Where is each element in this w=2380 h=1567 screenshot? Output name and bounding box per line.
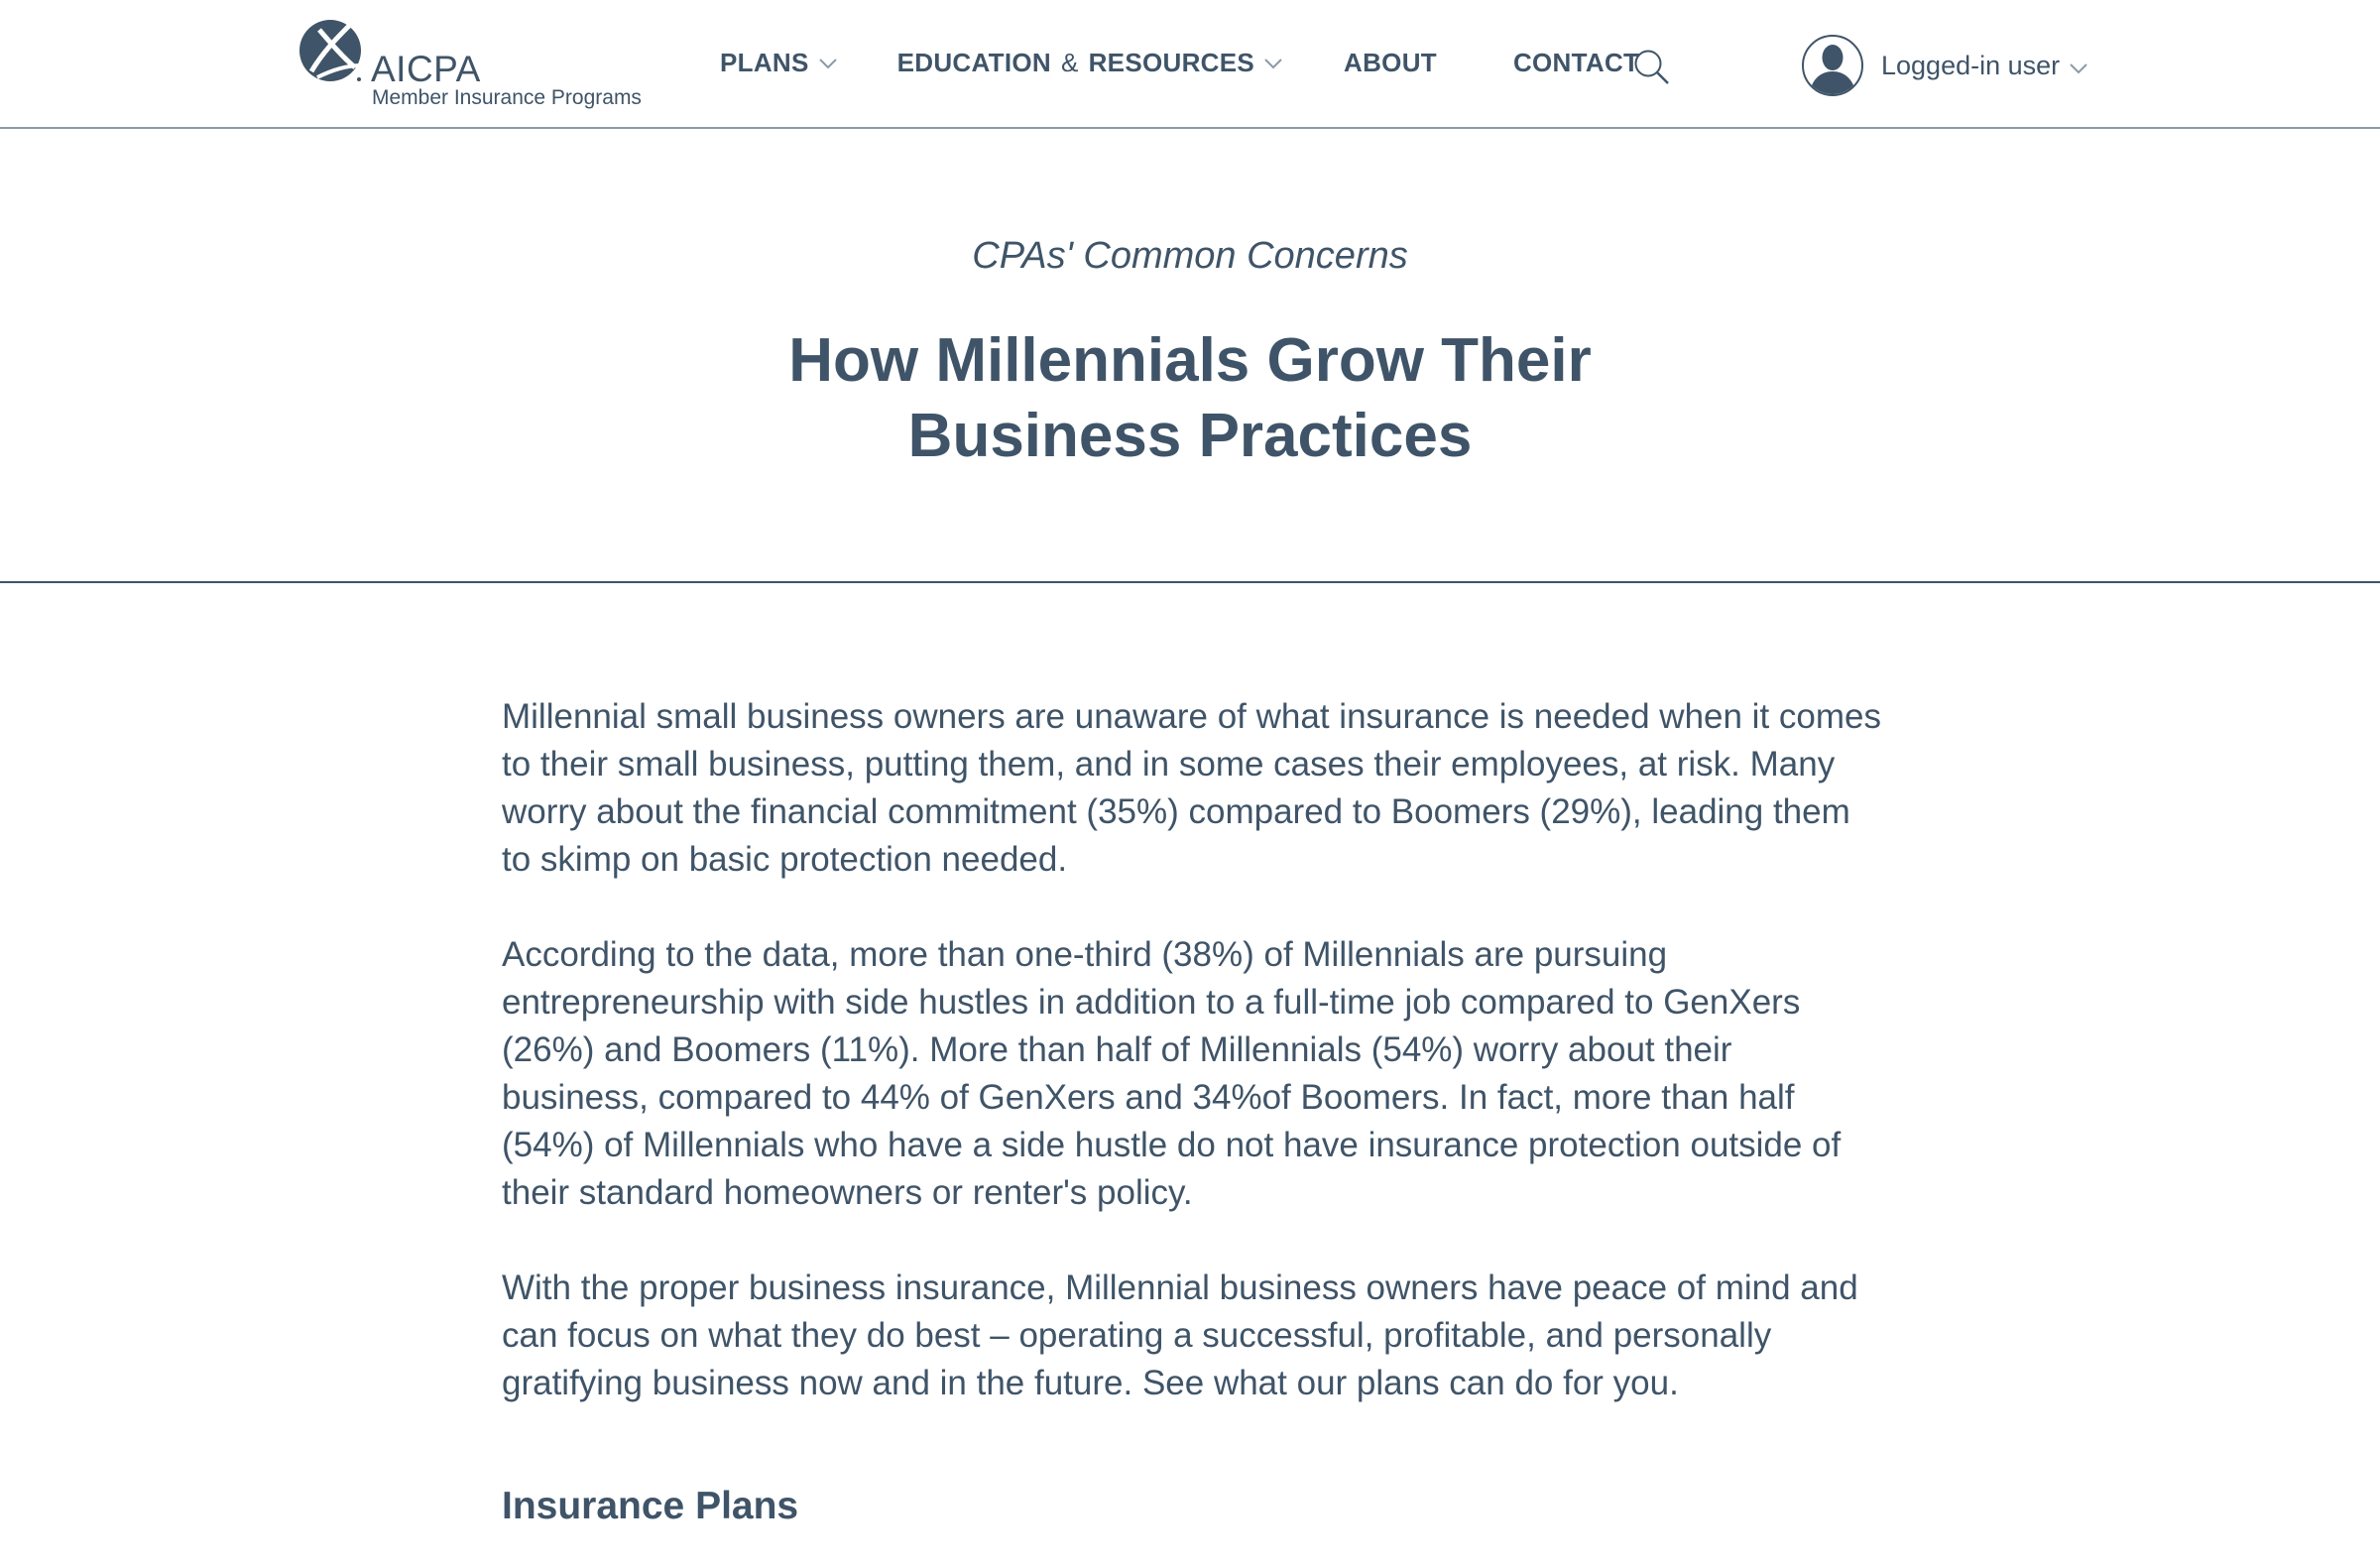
- nav-contact-label: CONTACT: [1512, 48, 1640, 77]
- search-icon[interactable]: [1633, 49, 1671, 86]
- site-header: AICPA Member Insurance Programs PLANS ED…: [0, 0, 2380, 129]
- nav-education-label: EDUCATION: [896, 48, 1051, 77]
- chevron-down-icon: [818, 59, 837, 69]
- nav-ampersand: &: [1060, 48, 1079, 77]
- nav-contact[interactable]: CONTACT: [1513, 48, 1639, 78]
- aicpa-logo[interactable]: AICPA Member Insurance Programs: [298, 18, 654, 112]
- logo-wordmark: AICPA: [371, 49, 481, 89]
- aicpa-globe-icon: [299, 20, 362, 81]
- user-label: Logged-in user: [1881, 50, 2061, 80]
- article-body: Millennial small business owners are una…: [502, 693, 1882, 1455]
- hero-section: CPAs' Common Concerns How Millennials Gr…: [0, 129, 2380, 583]
- section-heading-insurance-plans: Insurance Plans: [502, 1485, 799, 1527]
- nav-plans[interactable]: PLANS: [720, 48, 837, 78]
- page-title: How Millennials Grow Their Business Prac…: [0, 323, 2380, 474]
- page-title-line-2: Business Practices: [907, 402, 1473, 470]
- nav-plans-label: PLANS: [720, 48, 809, 77]
- article-paragraph: Millennial small business owners are una…: [502, 697, 1881, 879]
- user-menu[interactable]: Logged-in user: [1801, 34, 2087, 97]
- article-paragraph: According to the data, more than one-thi…: [502, 935, 1842, 1212]
- chevron-down-icon: [2070, 62, 2087, 73]
- chevron-down-icon: [1264, 59, 1282, 69]
- nav-education-resources[interactable]: EDUCATION & RESOURCES: [897, 48, 1282, 78]
- hero-kicker: CPAs' Common Concerns: [972, 235, 1408, 277]
- nav-about[interactable]: ABOUT: [1344, 48, 1437, 78]
- nav-about-label: ABOUT: [1344, 48, 1437, 77]
- user-avatar-icon: [1802, 35, 1863, 96]
- nav-resources-label: RESOURCES: [1088, 48, 1255, 77]
- main-nav: PLANS EDUCATION & RESOURCES ABOUT CONTAC…: [720, 48, 1639, 78]
- page-title-line-1: How Millennials Grow Their: [788, 326, 1592, 395]
- article-paragraph: With the proper business insurance, Mill…: [502, 1268, 1858, 1402]
- logo-subtitle: Member Insurance Programs: [372, 86, 642, 109]
